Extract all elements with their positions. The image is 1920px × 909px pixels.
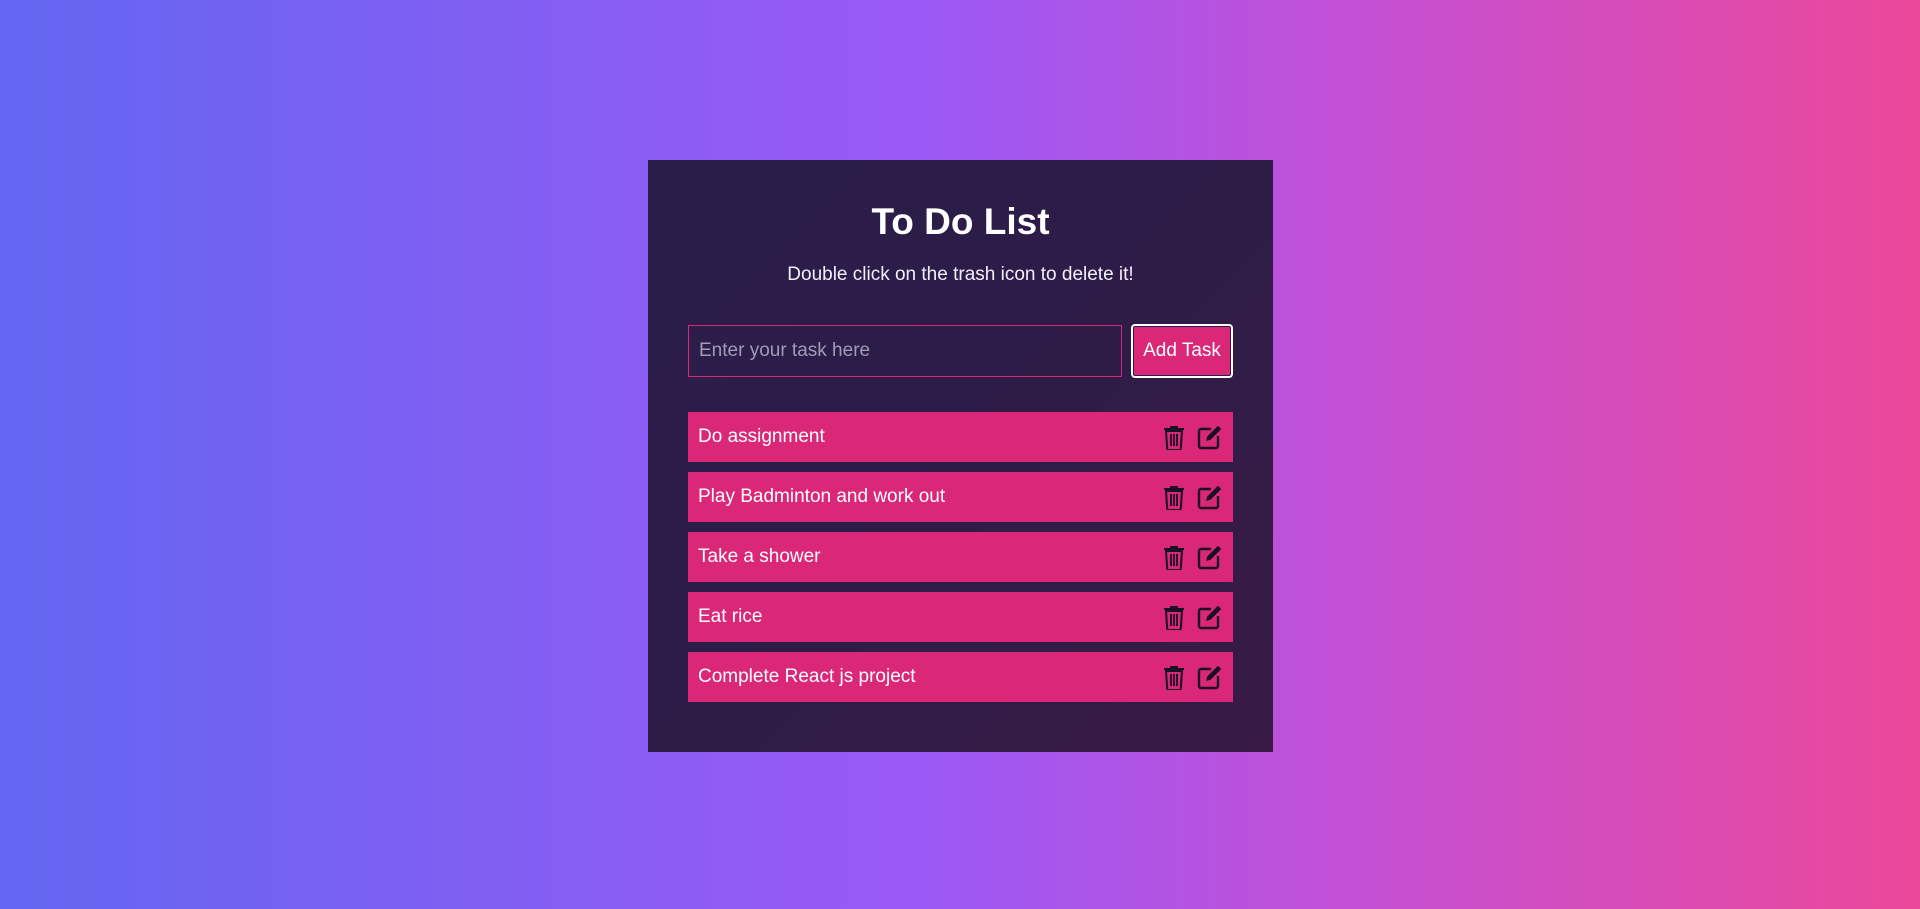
task-text: Take a shower xyxy=(698,546,821,567)
task-item: Play Badminton and work out xyxy=(688,472,1233,522)
trash-icon[interactable] xyxy=(1161,544,1187,570)
edit-icon[interactable] xyxy=(1197,424,1223,450)
page-title: To Do List xyxy=(871,201,1050,242)
edit-icon[interactable] xyxy=(1197,484,1223,510)
todo-card: To Do List Double click on the trash ico… xyxy=(648,160,1273,752)
task-item: Take a shower xyxy=(688,532,1233,582)
add-task-button[interactable]: Add Task xyxy=(1131,324,1233,378)
edit-icon[interactable] xyxy=(1197,604,1223,630)
instruction-text: Double click on the trash icon to delete… xyxy=(787,264,1134,285)
task-actions xyxy=(1161,424,1223,450)
task-list: Do assignment Play Badminton and work ou… xyxy=(688,412,1233,712)
edit-icon[interactable] xyxy=(1197,544,1223,570)
trash-icon[interactable] xyxy=(1161,604,1187,630)
task-actions xyxy=(1161,484,1223,510)
trash-icon[interactable] xyxy=(1161,424,1187,450)
task-text: Complete React js project xyxy=(698,666,916,687)
task-actions xyxy=(1161,604,1223,630)
trash-icon[interactable] xyxy=(1161,484,1187,510)
task-item: Complete React js project xyxy=(688,652,1233,702)
trash-icon[interactable] xyxy=(1161,664,1187,690)
task-actions xyxy=(1161,664,1223,690)
task-item: Do assignment xyxy=(688,412,1233,462)
task-text: Do assignment xyxy=(698,426,825,447)
edit-icon[interactable] xyxy=(1197,664,1223,690)
task-text: Eat rice xyxy=(698,606,763,627)
task-text: Play Badminton and work out xyxy=(698,486,946,507)
task-actions xyxy=(1161,544,1223,570)
task-item: Eat rice xyxy=(688,592,1233,642)
task-input[interactable] xyxy=(688,325,1122,377)
